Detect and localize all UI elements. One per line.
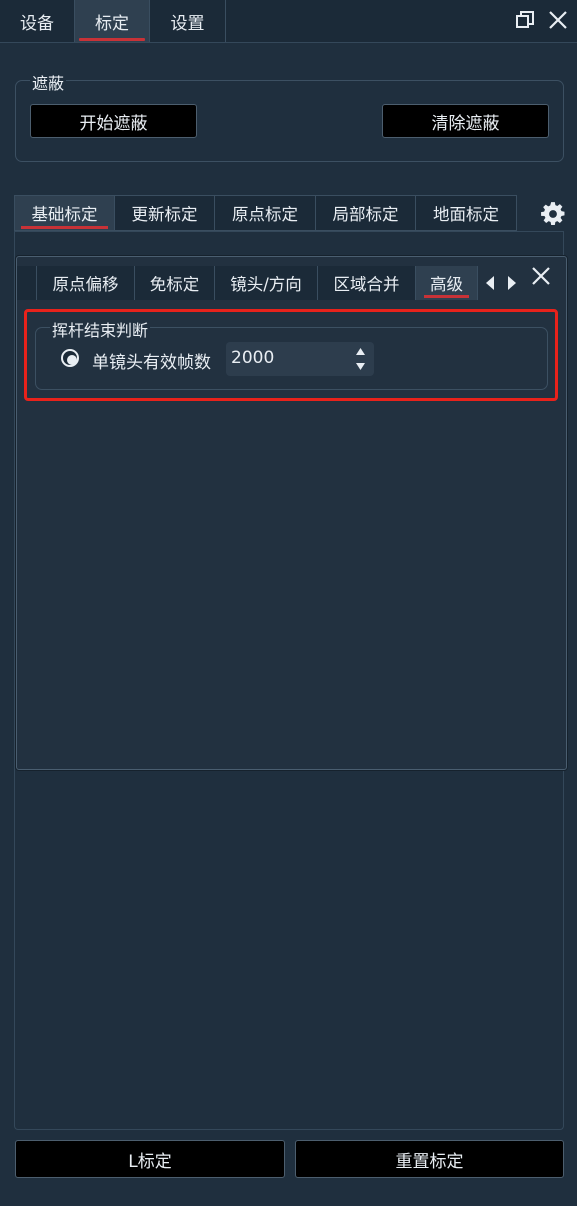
tab-update-calibration[interactable]: 更新标定	[115, 195, 215, 231]
tab-local-calibration-label: 局部标定	[332, 205, 399, 224]
triangle-right-icon[interactable]	[506, 275, 518, 291]
tab-origin-offset-label: 原点偏移	[52, 275, 119, 294]
reset-calibration-label: 重置标定	[395, 1151, 464, 1172]
tab-origin-offset[interactable]: 原点偏移	[37, 266, 135, 300]
restore-window-icon[interactable]	[515, 10, 535, 30]
tab-region-merge-label: 区域合并	[333, 275, 400, 294]
tab-calibration-label: 标定	[95, 13, 129, 34]
start-mask-button[interactable]: 开始遮蔽	[30, 104, 197, 138]
clear-mask-label: 清除遮蔽	[431, 113, 500, 134]
l-calibration-label: L标定	[128, 1151, 172, 1172]
tab-origin-calibration-label: 原点标定	[232, 205, 298, 224]
radio-dot	[67, 355, 77, 365]
tab-basic-calibration[interactable]: 基础标定	[14, 195, 115, 231]
content-top-border	[14, 231, 564, 232]
tab-region-merge[interactable]: 区域合并	[318, 266, 416, 300]
tab-basic-calibration-label: 基础标定	[31, 205, 98, 224]
frame-count-value: 2000	[231, 348, 275, 368]
triangle-left-icon[interactable]	[484, 275, 496, 291]
clear-mask-button[interactable]: 清除遮蔽	[382, 104, 549, 138]
tab-update-calibration-label: 更新标定	[131, 205, 198, 224]
hidden-tab-stub[interactable]	[17, 266, 37, 300]
tab-device-label: 设备	[20, 13, 54, 34]
tab-advanced[interactable]: 高级	[416, 266, 478, 300]
swing-end-group-title: 挥杆结束判断	[50, 317, 151, 341]
tab-lens-direction-label: 镜头/方向	[230, 275, 302, 294]
close-panel-icon[interactable]	[531, 266, 551, 286]
frame-count-radio[interactable]	[61, 349, 79, 367]
frame-count-spinbox[interactable]: 2000	[226, 342, 374, 376]
tab-ground-calibration[interactable]: 地面标定	[416, 195, 517, 231]
spin-down-icon[interactable]	[355, 362, 366, 371]
tab-settings[interactable]: 设置	[150, 0, 226, 42]
close-window-icon[interactable]	[548, 10, 568, 30]
tab-device[interactable]: 设备	[0, 0, 75, 42]
tab-calibration-free[interactable]: 免标定	[135, 266, 215, 300]
tab-calibration-free-label: 免标定	[149, 275, 200, 294]
mask-group-title: 遮蔽	[30, 70, 67, 94]
tab-calibration[interactable]: 标定	[75, 0, 150, 42]
spin-up-icon[interactable]	[355, 347, 366, 356]
gear-icon[interactable]	[540, 201, 566, 227]
tab-origin-calibration[interactable]: 原点标定	[215, 195, 316, 231]
tab-local-calibration[interactable]: 局部标定	[316, 195, 416, 231]
l-calibration-button[interactable]: L标定	[15, 1140, 285, 1178]
reset-calibration-button[interactable]: 重置标定	[295, 1140, 564, 1178]
start-mask-label: 开始遮蔽	[79, 113, 148, 134]
tab-settings-label: 设置	[170, 13, 205, 34]
tab-advanced-label: 高级	[430, 275, 463, 294]
frame-count-label: 单镜头有效帧数	[92, 353, 211, 373]
tab-ground-calibration-label: 地面标定	[433, 205, 499, 224]
tab-lens-direction[interactable]: 镜头/方向	[215, 266, 318, 300]
